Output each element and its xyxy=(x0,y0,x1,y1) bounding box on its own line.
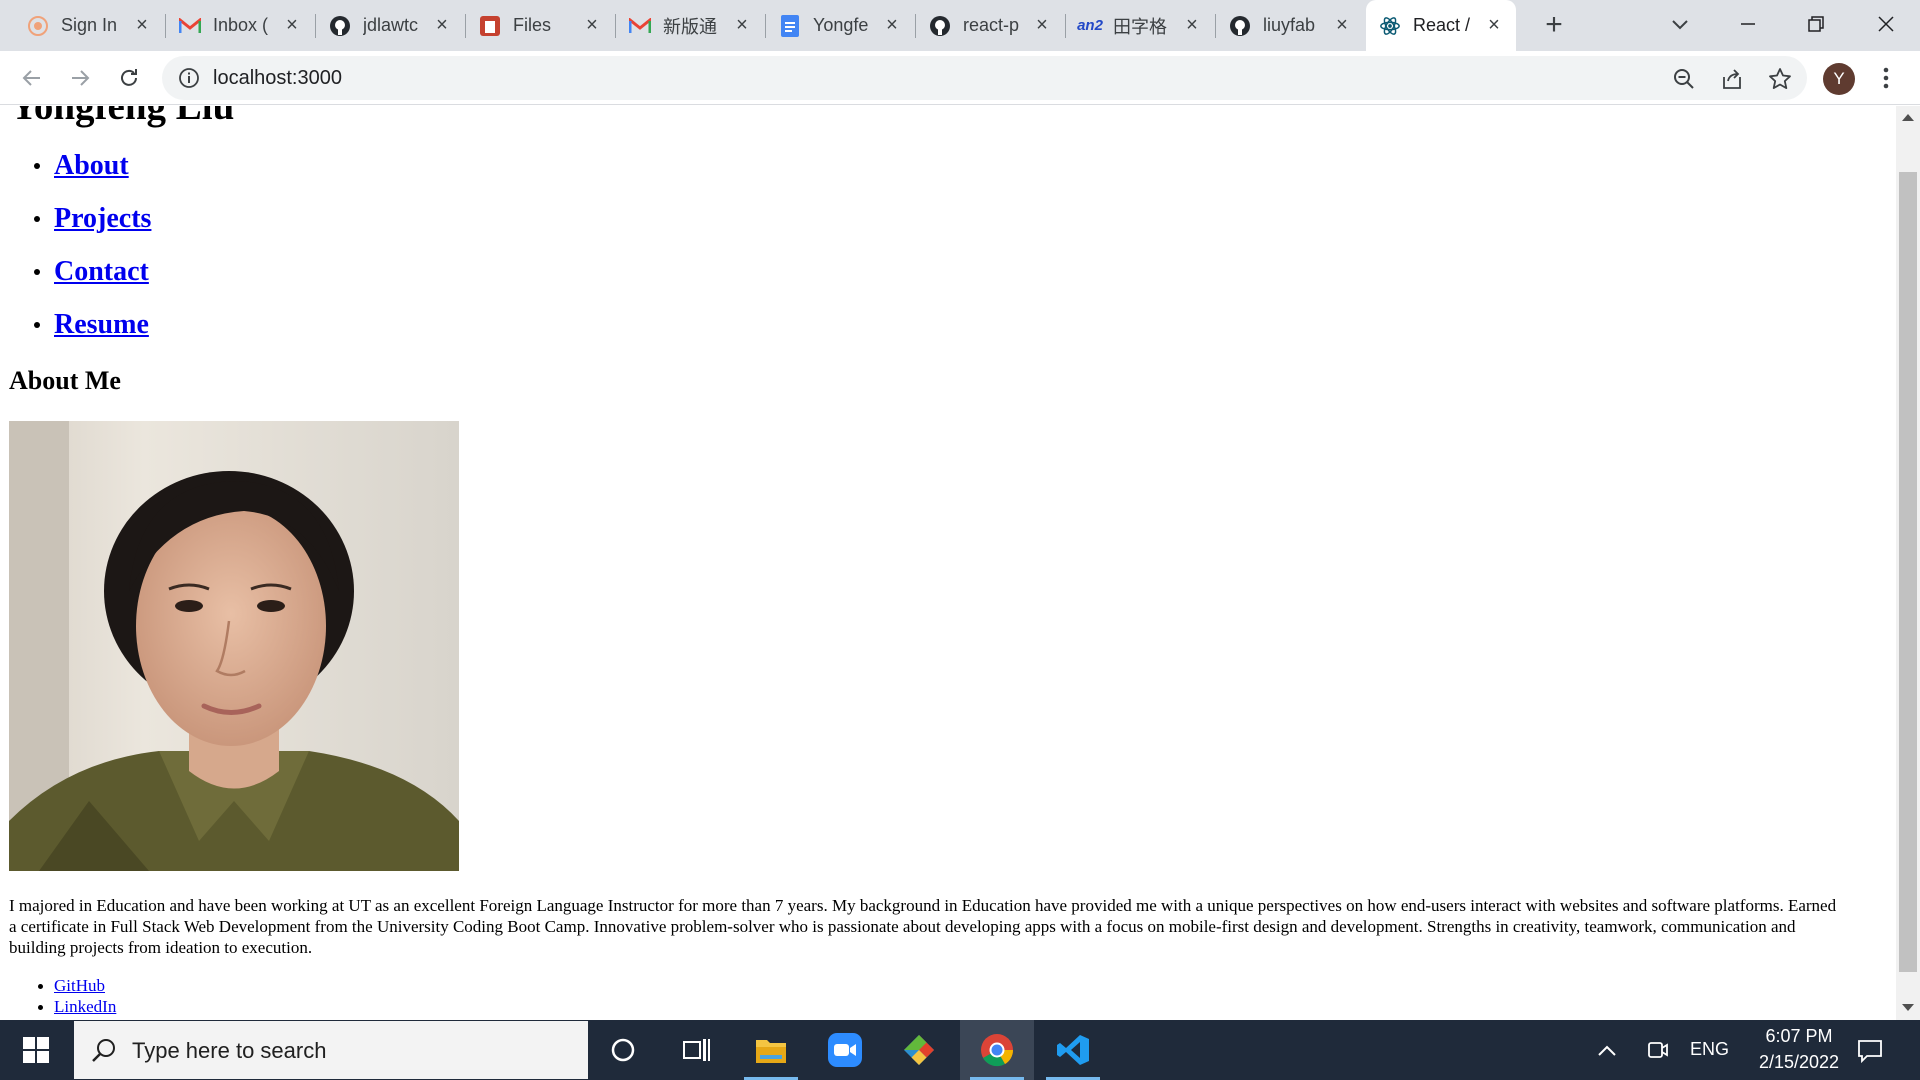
list-bullet xyxy=(38,1005,43,1010)
list-bullet xyxy=(38,984,43,989)
tab-title: 新版通 xyxy=(663,16,717,37)
google-docs-icon xyxy=(779,14,801,37)
profile-avatar[interactable]: Y xyxy=(1823,63,1855,95)
taskbar-search-box[interactable]: Type here to search xyxy=(74,1021,588,1079)
close-tab-icon[interactable]: × xyxy=(1032,15,1052,35)
github-link[interactable]: GitHub xyxy=(54,976,105,996)
list-bullet xyxy=(34,216,40,222)
close-window-icon[interactable] xyxy=(1866,6,1906,42)
close-tab-icon[interactable]: × xyxy=(732,15,752,35)
bookmark-star-icon[interactable] xyxy=(1767,66,1793,92)
list-bullet xyxy=(34,163,40,169)
back-arrow-icon[interactable] xyxy=(17,63,47,93)
an2-icon: an2 xyxy=(1077,17,1103,34)
tab-title: react-p xyxy=(963,15,1020,35)
tab-inbox[interactable]: Inbox ( × xyxy=(166,0,314,51)
close-tab-icon[interactable]: × xyxy=(882,15,902,35)
restore-window-icon[interactable] xyxy=(1796,6,1836,42)
tab-files[interactable]: Files × xyxy=(466,0,614,51)
files-icon xyxy=(479,15,501,37)
tab-title: Sign In xyxy=(61,15,118,35)
input-language-indicator[interactable]: ENG xyxy=(1690,1039,1729,1060)
sign-in-site-icon xyxy=(27,15,49,37)
site-info-icon[interactable] xyxy=(178,67,200,89)
nav-link-contact[interactable]: Contact xyxy=(54,256,149,288)
gmail-icon xyxy=(629,15,651,37)
nav-link-projects[interactable]: Projects xyxy=(54,203,151,235)
file-explorer-icon[interactable] xyxy=(734,1020,808,1080)
browser-toolbar: localhost:3000 Y xyxy=(0,51,1920,105)
search-placeholder-text: Type here to search xyxy=(132,1038,327,1063)
tab-react-p[interactable]: react-p × xyxy=(916,0,1064,51)
scroll-up-arrow-icon[interactable] xyxy=(1902,114,1914,121)
task-view-icon[interactable] xyxy=(660,1020,734,1080)
tab-search-chevron-icon[interactable] xyxy=(1668,12,1692,36)
close-tab-icon[interactable]: × xyxy=(582,15,602,35)
url-text[interactable]: localhost:3000 xyxy=(213,67,342,90)
share-icon[interactable] xyxy=(1719,66,1745,92)
scrollbar-thumb[interactable] xyxy=(1899,172,1917,972)
zoom-app-icon[interactable] xyxy=(808,1020,882,1080)
list-bullet xyxy=(34,322,40,328)
page-viewport: Yongfeng Liu About Projects Contact Resu… xyxy=(0,106,1896,1020)
tab-title: jdlawtc xyxy=(363,15,419,35)
tab-title: liuyfab xyxy=(1263,15,1316,35)
close-tab-icon[interactable]: × xyxy=(432,15,452,35)
show-hidden-icons-chevron-icon[interactable] xyxy=(1594,1038,1620,1064)
list-bullet xyxy=(34,269,40,275)
minimize-window-icon[interactable] xyxy=(1728,6,1768,42)
windows-start-icon[interactable] xyxy=(0,1020,72,1080)
github-icon xyxy=(1229,15,1251,37)
tab-jdlawtc[interactable]: jdlawtc × xyxy=(316,0,464,51)
more-menu-icon[interactable] xyxy=(1876,63,1896,93)
close-tab-icon[interactable]: × xyxy=(282,15,302,35)
browser-tab-strip: Sign In × Inbox ( × jdlawtc × Files × 新版… xyxy=(0,0,1920,51)
clock-time[interactable]: 6:07 PM xyxy=(1744,1026,1854,1047)
tab-title: 田字格 xyxy=(1113,16,1167,37)
cortana-icon[interactable] xyxy=(586,1020,660,1080)
tab-sign-in[interactable]: Sign In × xyxy=(14,0,164,51)
nav-link-resume[interactable]: Resume xyxy=(54,309,149,341)
react-icon xyxy=(1379,15,1401,37)
close-tab-icon[interactable]: × xyxy=(1182,15,1202,35)
tab-title: Inbox ( xyxy=(213,15,269,35)
about-me-heading: About Me xyxy=(9,366,121,395)
git-icon[interactable] xyxy=(882,1020,956,1080)
scroll-down-arrow-icon[interactable] xyxy=(1902,1004,1914,1011)
tab-liuyfab[interactable]: liuyfab × xyxy=(1216,0,1364,51)
new-tab-button[interactable]: + xyxy=(1538,10,1570,42)
chrome-icon[interactable] xyxy=(960,1020,1034,1080)
address-bar[interactable]: localhost:3000 xyxy=(162,56,1807,100)
close-tab-icon[interactable]: × xyxy=(132,15,152,35)
tab-tianzige[interactable]: an2 田字格 × xyxy=(1066,0,1214,51)
windows-taskbar: Type here to search ENG 6:07 PM 2/15/202… xyxy=(0,1020,1920,1080)
tab-title: Files xyxy=(513,15,552,35)
gmail-icon xyxy=(179,15,201,37)
close-tab-icon[interactable]: × xyxy=(1332,15,1352,35)
profile-photo xyxy=(9,421,459,871)
zoom-icon[interactable] xyxy=(1671,66,1697,92)
search-icon xyxy=(90,1037,118,1065)
forward-arrow-icon[interactable] xyxy=(65,63,95,93)
about-me-bio: I majored in Education and have been wor… xyxy=(9,896,1837,957)
tab-google-doc[interactable]: Yongfe × xyxy=(766,0,914,51)
tab-gmail-2[interactable]: 新版通 × xyxy=(616,0,764,51)
tab-title: Yongfe xyxy=(813,15,869,35)
clock-date[interactable]: 2/15/2022 xyxy=(1744,1052,1854,1073)
notification-center-icon[interactable] xyxy=(1855,1036,1885,1066)
vscode-icon[interactable] xyxy=(1036,1020,1110,1080)
nav-link-about[interactable]: About xyxy=(54,150,129,182)
tab-react-app-active[interactable]: React / × xyxy=(1366,0,1516,51)
meet-now-icon[interactable] xyxy=(1644,1036,1672,1064)
tab-title: React / xyxy=(1413,15,1471,35)
linkedin-link[interactable]: LinkedIn xyxy=(54,997,116,1017)
close-tab-icon[interactable]: × xyxy=(1484,15,1504,35)
github-icon xyxy=(929,15,951,37)
page-scrollbar[interactable] xyxy=(1896,106,1920,1020)
site-owner-name-heading: Yongfeng Liu xyxy=(10,106,235,128)
reload-icon[interactable] xyxy=(114,63,144,93)
github-icon xyxy=(329,15,351,37)
